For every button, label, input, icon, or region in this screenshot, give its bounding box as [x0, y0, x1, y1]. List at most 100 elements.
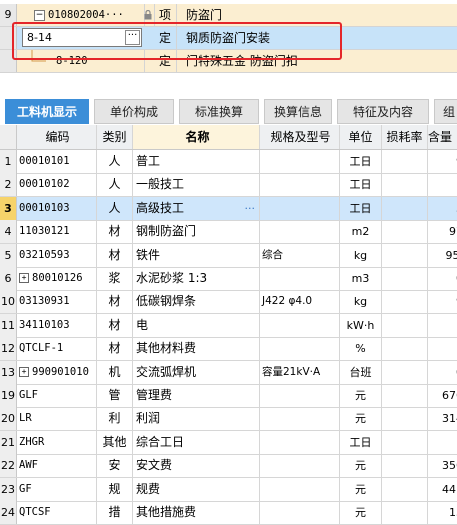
cell-loss-rate[interactable]: [382, 290, 428, 313]
table-row[interactable]: 20LR利利润元314: [0, 407, 457, 431]
cell-quantity[interactable]: 314: [428, 407, 457, 430]
cell-code[interactable]: 34110103: [17, 314, 97, 337]
tab-group[interactable]: 组: [434, 99, 457, 124]
cell-unit[interactable]: 元: [340, 407, 382, 430]
table-row[interactable]: 200010102人一般技工工日1: [0, 173, 457, 197]
cell-spec[interactable]: [260, 267, 340, 290]
cell-category[interactable]: 管: [97, 384, 133, 407]
cell-unit[interactable]: m3: [340, 267, 382, 290]
expand-icon[interactable]: +: [19, 367, 29, 377]
table-row[interactable]: 24QTCSF措其他措施费元15: [0, 501, 457, 525]
table-row[interactable]: 100010101人普工工日9: [0, 150, 457, 174]
header-quantity[interactable]: 含量: [428, 125, 457, 149]
cell-loss-rate[interactable]: [382, 150, 428, 173]
cell-code[interactable]: QTCLF-1: [17, 337, 97, 360]
cell-code[interactable]: GF: [17, 478, 97, 501]
header-name[interactable]: 名称: [133, 125, 260, 149]
cell-name[interactable]: 水泥砂浆 1:3: [133, 267, 260, 290]
header-code[interactable]: 编码: [17, 125, 97, 149]
cell-name[interactable]: 管理费: [133, 384, 260, 407]
cell-code[interactable]: 03130931: [17, 290, 97, 313]
cell-quantity[interactable]: 9: [428, 290, 457, 313]
cell-category[interactable]: 材: [97, 337, 133, 360]
cell-loss-rate[interactable]: [382, 454, 428, 477]
cell-category[interactable]: 材: [97, 290, 133, 313]
cell-quantity[interactable]: 3: [428, 197, 457, 220]
header-loss-rate[interactable]: 损耗率: [382, 125, 428, 149]
table-row[interactable]: 19GLF管管理费元676: [0, 384, 457, 408]
cell-unit[interactable]: m2: [340, 220, 382, 243]
cell-unit[interactable]: 工日: [340, 150, 382, 173]
cell-code[interactable]: 00010102: [17, 173, 97, 196]
tab-price-composition[interactable]: 单价构成: [94, 99, 174, 124]
table-row[interactable]: 503210593材铁件综合kg95.: [0, 244, 457, 268]
cell-name[interactable]: 电: [133, 314, 260, 337]
tab-features[interactable]: 特征及内容: [337, 99, 429, 124]
cell-loss-rate[interactable]: [382, 431, 428, 454]
cell-name[interactable]: 规费: [133, 478, 260, 501]
table-row[interactable]: 22AWF安安文费元356: [0, 454, 457, 478]
cell-loss-rate[interactable]: [382, 173, 428, 196]
cell-loss-rate[interactable]: [382, 267, 428, 290]
cell-spec[interactable]: [260, 478, 340, 501]
cell-name[interactable]: 铁件: [133, 244, 260, 267]
cell-spec[interactable]: [260, 197, 340, 220]
cell-name[interactable]: 高级技工···: [133, 197, 260, 220]
expand-icon[interactable]: +: [19, 273, 29, 283]
cell-quantity[interactable]: [428, 337, 457, 360]
cell-code[interactable]: AWF: [17, 454, 97, 477]
cell-quantity[interactable]: 0: [428, 361, 457, 384]
cell-code[interactable]: +990901010: [17, 361, 97, 384]
cell-unit[interactable]: 工日: [340, 197, 382, 220]
cell-category[interactable]: 人: [97, 197, 133, 220]
cell-spec[interactable]: [260, 220, 340, 243]
cell-code[interactable]: 00010103: [17, 197, 97, 220]
cell-loss-rate[interactable]: [382, 407, 428, 430]
cell-spec[interactable]: [260, 501, 340, 524]
header-category[interactable]: 类别: [97, 125, 133, 149]
cell-unit[interactable]: kg: [340, 290, 382, 313]
name-browse-button[interactable]: ···: [245, 197, 256, 220]
cell-quantity[interactable]: 15: [428, 501, 457, 524]
cell-name[interactable]: 其他材料费: [133, 337, 260, 360]
cell-loss-rate[interactable]: [382, 314, 428, 337]
cell-unit[interactable]: 元: [340, 501, 382, 524]
cell-spec[interactable]: [260, 150, 340, 173]
cell-category[interactable]: 其他: [97, 431, 133, 454]
cell-spec[interactable]: [260, 431, 340, 454]
table-row[interactable]: 1003130931材低碳钢焊条J422 φ4.0kg9: [0, 290, 457, 314]
cell-unit[interactable]: 台班: [340, 361, 382, 384]
cell-loss-rate[interactable]: [382, 337, 428, 360]
table-row[interactable]: 1134110103材电kW·h1: [0, 314, 457, 338]
cell-unit[interactable]: %: [340, 337, 382, 360]
cell-quantity[interactable]: 97: [428, 220, 457, 243]
cell-category[interactable]: 材: [97, 220, 133, 243]
cell-unit[interactable]: 元: [340, 384, 382, 407]
cell-quantity[interactable]: 0: [428, 267, 457, 290]
cell-quantity[interactable]: 441: [428, 478, 457, 501]
cell-loss-rate[interactable]: [382, 220, 428, 243]
table-row[interactable]: 21ZHGR其他综合工日工日1: [0, 431, 457, 455]
cell-name[interactable]: 一般技工: [133, 173, 260, 196]
cell-quantity[interactable]: 1: [428, 173, 457, 196]
cell-name[interactable]: 安文费: [133, 454, 260, 477]
cell-category[interactable]: 浆: [97, 267, 133, 290]
collapse-icon[interactable]: −: [34, 10, 45, 21]
cell-code[interactable]: LR: [17, 407, 97, 430]
cell-category[interactable]: 利: [97, 407, 133, 430]
cell-code[interactable]: 11030121: [17, 220, 97, 243]
cell-spec[interactable]: J422 φ4.0: [260, 290, 340, 313]
cell-code[interactable]: 00010101: [17, 150, 97, 173]
cell-quantity[interactable]: 1: [428, 431, 457, 454]
cell-code[interactable]: QTCSF: [17, 501, 97, 524]
cell-unit[interactable]: 工日: [340, 173, 382, 196]
tab-conversion-info[interactable]: 换算信息: [264, 99, 332, 124]
cell-name[interactable]: 其他措施费: [133, 501, 260, 524]
cell-code[interactable]: ZHGR: [17, 431, 97, 454]
cell-quantity[interactable]: 356: [428, 454, 457, 477]
table-row[interactable]: 13+990901010机交流弧焊机容量21kV·A台班0: [0, 361, 457, 385]
cell-loss-rate[interactable]: [382, 501, 428, 524]
cell-loss-rate[interactable]: [382, 478, 428, 501]
cell-loss-rate[interactable]: [382, 384, 428, 407]
cell-name[interactable]: 钢制防盗门: [133, 220, 260, 243]
